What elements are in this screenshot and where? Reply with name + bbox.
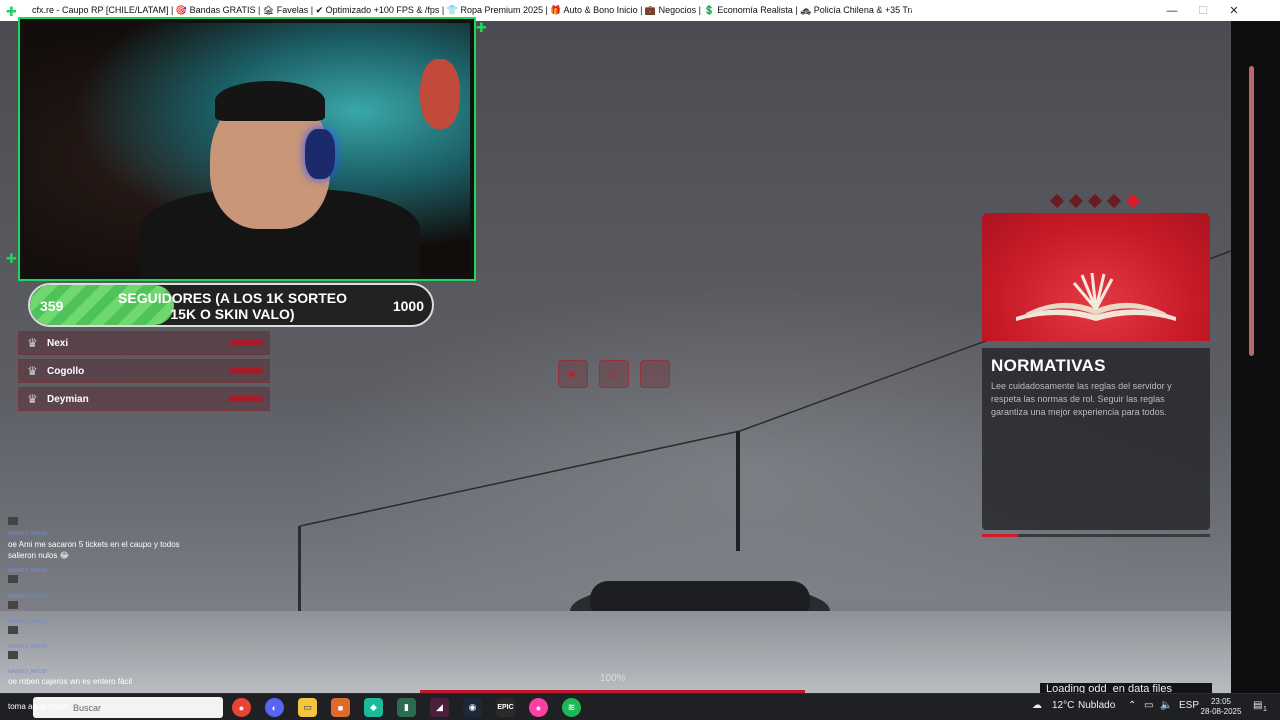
stream-overlay-text: toma agua mejor: [8, 702, 69, 711]
clock[interactable]: 23:05 28-08-2025: [1198, 697, 1244, 717]
app-icon[interactable]: ●: [529, 698, 548, 717]
chat-username: MAXIMO_MK109: [8, 644, 47, 650]
search-placeholder: Buscar: [73, 702, 102, 713]
card-title: NORMATIVAS: [991, 356, 1106, 375]
app-icon[interactable]: ▮: [397, 698, 416, 717]
chat-username: MAXIMO_MK109: [8, 669, 47, 675]
minimize-button[interactable]: —: [1157, 0, 1187, 21]
clock-date: 28-08-2025: [1200, 707, 1242, 716]
close-button[interactable]: ✕: [1219, 0, 1249, 21]
chat-message: oe roben cajeros wn es entero fácil: [8, 677, 133, 686]
card-image: [982, 213, 1210, 341]
followers-label: SEGUIDORES (A LOS 1K SORTEO 15K O SKIN V…: [118, 290, 347, 322]
tiktok-icon[interactable]: ♪: [640, 360, 670, 388]
chat-avatar: [8, 651, 18, 659]
game-app-icon[interactable]: ■: [331, 698, 350, 717]
notification-icon[interactable]: ▤: [1253, 700, 1262, 711]
youtube-icon[interactable]: ▶: [558, 360, 588, 388]
leaderboard-row: ♛ Nexi: [18, 331, 270, 355]
chevron-up-icon[interactable]: ⌃: [1128, 700, 1136, 711]
app-icon[interactable]: ◢: [430, 698, 449, 717]
chat-avatar: [8, 601, 18, 609]
corner-bracket-icon: ✚: [6, 4, 17, 19]
chat-username: MAXIMO_MK109: [8, 594, 47, 600]
taskbar: Buscar toma agua mejor ● ◐ ▭ ■ ◆ ▮ ◢ ◉ E…: [0, 693, 1280, 720]
weather-text: Nublado: [1078, 700, 1116, 711]
followers-goal-bar: 359 SEGUIDORES (A LOS 1K SORTEO 15K O SK…: [28, 283, 434, 327]
chrome-icon[interactable]: ●: [232, 698, 251, 717]
open-book-icon: [1016, 273, 1176, 321]
chat-username: MAXIMO_MK109: [8, 531, 47, 537]
card-progress-bar: [982, 534, 1210, 537]
slide-dot[interactable]: [1087, 193, 1103, 209]
webcam-overlay: [18, 17, 476, 281]
chat-avatar: [8, 626, 18, 634]
followers-goal: 1000: [392, 298, 424, 314]
network-icon[interactable]: ▭: [1144, 700, 1153, 711]
app-icon[interactable]: ◆: [364, 698, 383, 717]
card-description: Lee cuidadosamente las reglas del servid…: [991, 381, 1172, 417]
slide-indicator: [1049, 193, 1141, 209]
instagram-icon[interactable]: ◎: [599, 360, 629, 388]
chat-avatar: [8, 517, 18, 525]
epic-games-icon[interactable]: EPIC: [496, 698, 515, 717]
leaderboard-name: Cogollo: [47, 365, 85, 377]
slide-dot[interactable]: [1049, 193, 1065, 209]
chat-username: MAXIMO_MK109: [8, 619, 47, 625]
leaderboard-name: Nexi: [47, 337, 69, 349]
slide-dot[interactable]: [1068, 193, 1084, 209]
slide-dot-active[interactable]: [1125, 193, 1141, 209]
loading-percent: 100%: [600, 673, 626, 684]
headset-icon: [305, 129, 335, 179]
language-indicator[interactable]: ESP: [1179, 700, 1199, 711]
folder-icon[interactable]: ▭: [298, 698, 317, 717]
speaker-icon[interactable]: 🔈: [1160, 700, 1172, 711]
right-panel: [1231, 21, 1280, 693]
chat-overlay: MAXIMO_MK109 oe Ami me sacaron 5 tickets…: [0, 515, 198, 695]
trophy-icon: ♛: [27, 364, 38, 378]
scrollbar[interactable]: [1249, 66, 1254, 356]
corner-bracket-icon: ✚: [6, 251, 17, 266]
trophy-icon: ♛: [27, 392, 38, 406]
weather-icon[interactable]: ☁: [1032, 700, 1042, 711]
window-title: cfx.re - Caupo RP [CHILE/LATAM] | 🎯 Band…: [32, 5, 912, 15]
leaderboard-name: Deymian: [47, 393, 89, 405]
trophy-icon: ♛: [27, 336, 38, 350]
clock-time: 23:05: [1210, 697, 1232, 706]
steam-icon[interactable]: ◉: [463, 698, 482, 717]
guitar-icon: [420, 59, 460, 129]
leaderboard-row: ♛ Cogollo: [18, 359, 270, 383]
chat-username: MAXIMO_MK109: [8, 568, 47, 574]
notification-count: 1: [1263, 706, 1267, 713]
followers-current: 359: [40, 298, 64, 314]
corner-bracket-icon: ✚: [476, 20, 487, 35]
leaderboard-row: ♛ Deymian: [18, 387, 270, 411]
spotify-icon[interactable]: ≋: [562, 698, 581, 717]
chat-avatar: [8, 575, 18, 583]
discord-icon[interactable]: ◐: [265, 698, 284, 717]
weather-temp: 12°C: [1052, 700, 1075, 711]
normativas-card: NORMATIVAS Lee cuidadosamente las reglas…: [982, 348, 1210, 530]
chat-message: oe Ami me sacaron 5 tickets en el caupo …: [8, 540, 180, 560]
maximize-button[interactable]: ☐: [1188, 0, 1218, 21]
slide-dot[interactable]: [1106, 193, 1122, 209]
